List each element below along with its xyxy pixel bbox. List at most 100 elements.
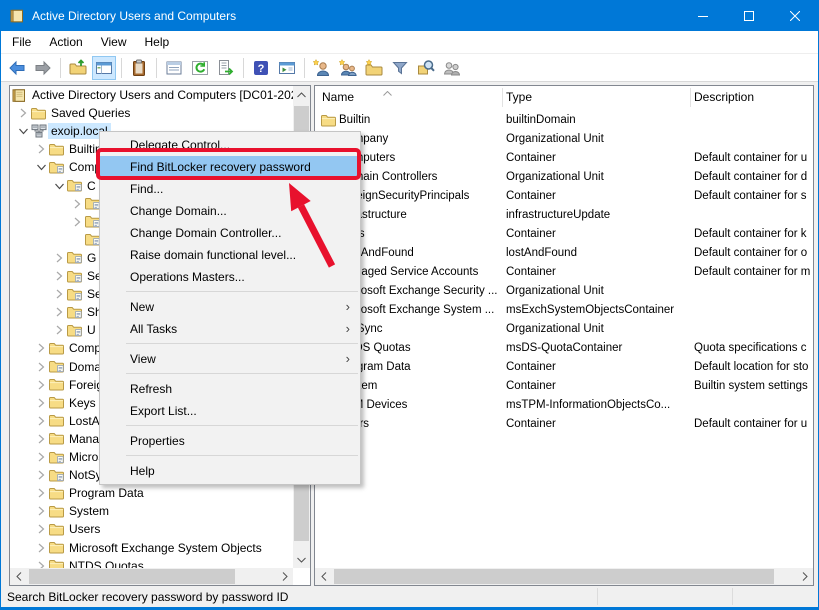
refresh-button[interactable] [188, 56, 212, 80]
close-button[interactable] [772, 1, 818, 31]
chevron-down-icon[interactable] [33, 159, 49, 175]
table-row[interactable]: SystemContainerBuiltin system settings [315, 377, 813, 396]
context-menu-item[interactable]: New› [100, 296, 360, 318]
context-menu-item[interactable]: Properties [100, 430, 360, 452]
scroll-left-icon[interactable] [315, 568, 332, 585]
chevron-right-icon[interactable] [33, 141, 49, 157]
tree-item[interactable]: Users [10, 520, 293, 538]
clipboard-button[interactable] [127, 56, 151, 80]
chevron-right-icon[interactable] [33, 485, 49, 501]
column-divider[interactable] [502, 88, 503, 107]
maximize-button[interactable] [726, 1, 772, 31]
menu-view[interactable]: View [92, 32, 136, 52]
tree-item[interactable]: Active Directory Users and Computers [DC… [10, 86, 293, 104]
context-menu-item[interactable]: All Tasks› [100, 318, 360, 340]
table-row[interactable]: Microsoft Exchange System ...msExchSyste… [315, 301, 813, 320]
scroll-down-icon[interactable] [293, 551, 310, 568]
export-list-button[interactable] [214, 56, 238, 80]
list-horizontal-scrollbar[interactable] [315, 568, 813, 585]
up-one-level-button[interactable] [66, 56, 90, 80]
column-header-name[interactable]: Name [322, 90, 354, 104]
help-button[interactable]: ? [249, 56, 273, 80]
show-window-button[interactable] [275, 56, 299, 80]
table-row[interactable]: Program DataContainerDefault location fo… [315, 358, 813, 377]
chevron-right-icon[interactable] [51, 322, 67, 338]
chevron-right-icon[interactable] [33, 413, 49, 429]
table-row[interactable]: LostAndFoundlostAndFoundDefault containe… [315, 244, 813, 263]
folder-icon [49, 541, 66, 554]
chevron-right-icon[interactable] [33, 431, 49, 447]
context-menu-item[interactable]: Export List... [100, 400, 360, 422]
back-button[interactable] [5, 56, 29, 80]
filter-button[interactable] [388, 56, 412, 80]
chevron-right-icon[interactable] [33, 503, 49, 519]
toolbar-separator [304, 58, 305, 78]
chevron-right-icon[interactable] [51, 250, 67, 266]
forward-button[interactable] [31, 56, 55, 80]
cell-description: Default container for u [694, 418, 812, 430]
table-row[interactable]: NTDS QuotasmsDS-QuotaContainerQuota spec… [315, 339, 813, 358]
column-header-type[interactable]: Type [506, 90, 532, 104]
scrollbar-thumb[interactable] [29, 569, 235, 584]
cell-name: Domain Controllers [339, 171, 500, 183]
chevron-right-icon[interactable] [33, 540, 49, 556]
chevron-right-icon[interactable] [69, 214, 85, 230]
tree-item[interactable]: Saved Queries [10, 104, 293, 122]
chevron-right-icon[interactable] [15, 105, 31, 121]
scroll-right-icon[interactable] [276, 568, 293, 585]
tree-horizontal-scrollbar[interactable] [10, 568, 293, 585]
table-row[interactable]: Domain ControllersOrganizational UnitDef… [315, 168, 813, 187]
minimize-button[interactable] [680, 1, 726, 31]
chevron-right-icon[interactable] [33, 449, 49, 465]
chevron-right-icon[interactable] [33, 395, 49, 411]
table-row[interactable]: BuiltinbuiltinDomain [315, 111, 813, 130]
chevron-right-icon[interactable] [33, 467, 49, 483]
context-menu-item[interactable]: Refresh [100, 378, 360, 400]
table-row[interactable]: ForeignSecurityPrincipalsContainerDefaul… [315, 187, 813, 206]
tree-item[interactable]: Program Data [10, 484, 293, 502]
column-header-description[interactable]: Description [694, 90, 754, 104]
new-ou-button[interactable] [362, 56, 386, 80]
chevron-down-icon[interactable] [15, 123, 31, 139]
table-row[interactable]: TPM DevicesmsTPM-InformationObjectsCo... [315, 396, 813, 415]
table-row[interactable]: CompanyOrganizational Unit [315, 130, 813, 149]
cell-description: Default container for s [694, 190, 812, 202]
column-divider[interactable] [690, 88, 691, 107]
table-row[interactable]: InfrastructureinfrastructureUpdate [315, 206, 813, 225]
chevron-right-icon[interactable] [69, 196, 85, 212]
table-row[interactable]: KeysContainerDefault container for k [315, 225, 813, 244]
chevron-right-icon[interactable] [33, 521, 49, 537]
tree-item[interactable]: Microsoft Exchange System Objects [10, 539, 293, 557]
chevron-down-icon[interactable] [51, 178, 67, 194]
context-menu-item[interactable]: View› [100, 348, 360, 370]
menu-action[interactable]: Action [40, 32, 91, 52]
new-user-button[interactable] [310, 56, 334, 80]
chevron-right-icon[interactable] [51, 304, 67, 320]
cell-type: Container [506, 152, 688, 164]
find-objects-button[interactable] [414, 56, 438, 80]
table-row[interactable]: Managed Service AccountsContainerDefault… [315, 263, 813, 282]
scroll-right-icon[interactable] [796, 568, 813, 585]
chevron-right-icon[interactable] [33, 377, 49, 393]
chevron-right-icon[interactable] [33, 340, 49, 356]
chevron-right-icon[interactable] [33, 359, 49, 375]
chevron-right-icon[interactable] [51, 286, 67, 302]
show-console-tree-button[interactable] [92, 56, 116, 80]
folder-icon [49, 432, 66, 445]
scrollbar-thumb[interactable] [334, 569, 774, 584]
context-menu-item[interactable]: Help [100, 460, 360, 482]
cell-name: Microsoft Exchange System ... [339, 304, 500, 316]
properties-window-button[interactable] [162, 56, 186, 80]
scroll-up-icon[interactable] [293, 86, 310, 103]
chevron-right-icon[interactable] [51, 268, 67, 284]
table-row[interactable]: UsersContainerDefault container for u [315, 415, 813, 434]
menu-file[interactable]: File [3, 32, 40, 52]
table-row[interactable]: ComputersContainerDefault container for … [315, 149, 813, 168]
tree-item[interactable]: System [10, 502, 293, 520]
scroll-left-icon[interactable] [10, 568, 27, 585]
menu-help[interactable]: Help [136, 32, 179, 52]
table-row[interactable]: Microsoft Exchange Security ...Organizat… [315, 282, 813, 301]
table-row[interactable]: NotSyncOrganizational Unit [315, 320, 813, 339]
new-group-button[interactable] [336, 56, 360, 80]
set-permissions-button[interactable] [440, 56, 464, 80]
